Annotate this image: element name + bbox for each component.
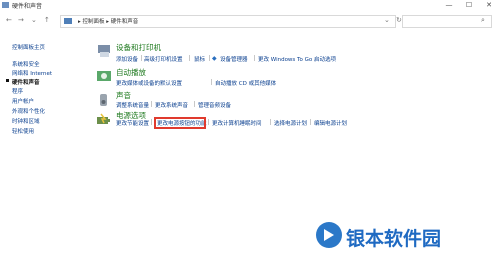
sidebar-item-user-accounts[interactable]: 用户帐户 [12, 97, 34, 105]
category-title-devices-printers[interactable]: 设备和打印机 [116, 42, 161, 53]
link-windows-to-go[interactable]: 更改 Windows To Go 启动选项 [258, 55, 336, 63]
link-separator [194, 101, 195, 107]
link-separator [310, 119, 311, 125]
link-edit-power-plan[interactable]: 编辑电源计划 [314, 119, 347, 127]
current-item-marker [6, 79, 9, 82]
sidebar-item-programs[interactable]: 程序 [12, 87, 23, 95]
sidebar-item-ease-of-access[interactable]: 轻松使用 [12, 127, 34, 135]
close-button[interactable]: ✕ [480, 0, 498, 10]
search-icon[interactable]: ⌕ [481, 16, 485, 25]
link-advanced-printer-settings[interactable]: 高级打印机设置 [144, 55, 183, 63]
autoplay-icon [96, 68, 112, 82]
maximize-button[interactable]: ☐ [460, 0, 478, 10]
link-adjust-volume[interactable]: 调整系统音量 [116, 101, 149, 109]
link-change-system-sounds[interactable]: 更改系统声音 [155, 101, 188, 109]
breadcrumb[interactable]: ▸ 控制面板 ▸ 硬件和声音 [78, 17, 138, 25]
sidebar-item-home[interactable]: 控制面板主页 [12, 43, 45, 51]
back-icon[interactable]: ← [6, 16, 12, 24]
up-icon[interactable]: ↑ [44, 16, 50, 24]
link-change-default-media-settings[interactable]: 更改媒体或设备的默认设置 [116, 79, 182, 87]
forward-icon[interactable]: → [18, 16, 24, 24]
link-device-manager[interactable]: 设备管理器 [220, 55, 248, 63]
printer-icon [96, 43, 112, 57]
title-bar [0, 0, 500, 12]
link-separator [151, 119, 152, 125]
sidebar-item-network[interactable]: 网络和 Internet [12, 69, 52, 77]
sidebar-item-appearance[interactable]: 外观和个性化 [12, 107, 45, 115]
link-computer-sleep-time[interactable]: 更改计算机睡眠时间 [212, 119, 262, 127]
watermark-text: 银本软件园 [346, 228, 442, 250]
highlight-box [154, 117, 206, 129]
link-separator [254, 55, 255, 61]
link-separator [189, 55, 190, 61]
category-title-autoplay[interactable]: 自动播放 [116, 67, 146, 78]
control-panel-icon [64, 18, 72, 24]
speaker-icon [96, 92, 112, 106]
link-add-device[interactable]: 添加设备 [116, 55, 138, 63]
refresh-icon[interactable]: ↻ [396, 16, 402, 24]
category-title-sound[interactable]: 声音 [116, 90, 131, 101]
sidebar-item-clock-region[interactable]: 时钟和区域 [12, 117, 40, 125]
address-dropdown-icon[interactable]: ⌄ [384, 16, 390, 24]
sidebar-item-hardware-sound[interactable]: 硬件和声音 [12, 78, 40, 86]
link-autoplay-cd[interactable]: 自动播放 CD 或其他媒体 [215, 79, 276, 87]
link-manage-audio-devices[interactable]: 管理音频设备 [198, 101, 231, 109]
link-separator [151, 101, 152, 107]
watermark-logo [316, 222, 342, 248]
window-app-icon [2, 2, 9, 8]
sidebar-item-system-security[interactable]: 系统和安全 [12, 60, 40, 68]
search-input[interactable] [402, 15, 492, 28]
power-options-icon [96, 112, 112, 126]
shield-icon: ◆ [212, 55, 217, 62]
recent-dropdown-icon[interactable]: ⌄ [31, 16, 37, 24]
link-change-power-saving[interactable]: 更改节能设置 [116, 119, 149, 127]
link-separator [211, 79, 212, 85]
link-separator [209, 55, 210, 61]
link-separator [208, 119, 209, 125]
link-mouse[interactable]: 鼠标 [194, 55, 205, 63]
minimize-button[interactable]: — [440, 0, 458, 10]
link-separator [141, 55, 142, 61]
link-choose-power-plan[interactable]: 选择电源计划 [274, 119, 307, 127]
link-separator [270, 119, 271, 125]
window-title: 硬件和声音 [12, 3, 43, 10]
